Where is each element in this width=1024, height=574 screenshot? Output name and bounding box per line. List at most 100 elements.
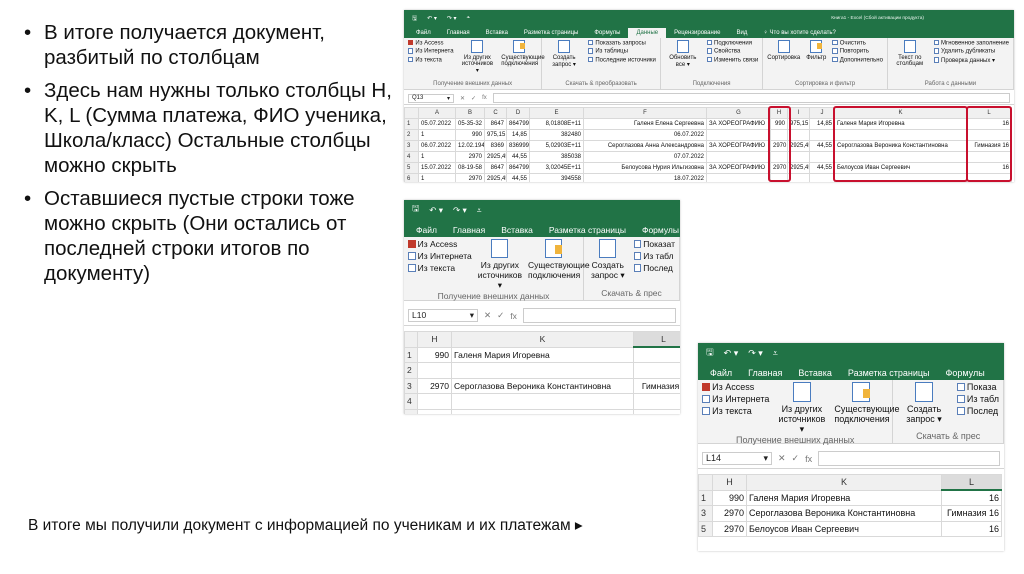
row-header[interactable]: 4 xyxy=(404,151,419,163)
cell[interactable] xyxy=(451,362,634,379)
cell[interactable] xyxy=(633,362,680,379)
cell[interactable]: 990 xyxy=(417,346,452,363)
cell[interactable]: 44,55 xyxy=(506,151,530,163)
cell[interactable]: 8647999V xyxy=(506,162,530,174)
cell[interactable]: 3,02045E+11 xyxy=(529,162,584,174)
cell[interactable]: Галеня Мария Игоревна xyxy=(746,489,942,506)
save-icon[interactable]: 🖫 xyxy=(412,203,419,217)
ribbon-button[interactable]: Из табл xyxy=(633,251,675,261)
ribbon-button[interactable]: Из текста xyxy=(408,56,454,63)
ribbon-large-button[interactable]: Существующие подключения xyxy=(834,382,900,424)
cancel-icon[interactable]: ✕ xyxy=(460,95,465,102)
tab-2[interactable]: Вставка xyxy=(790,366,839,380)
cell[interactable]: 2970 xyxy=(712,520,747,537)
cell[interactable]: 14,85 xyxy=(506,129,530,141)
ribbon-large-button[interactable]: Существующие подключения xyxy=(528,239,590,280)
column-header[interactable]: H xyxy=(712,474,747,491)
cell[interactable]: 08-19-58 xyxy=(455,162,485,174)
cell[interactable]: 394558 xyxy=(529,173,584,182)
ribbon-large-button[interactable]: Из других источников ▾ xyxy=(460,40,496,74)
ribbon-button[interactable]: Из Интернета xyxy=(408,251,472,261)
row-header[interactable]: 1 xyxy=(404,118,419,130)
cell[interactable]: 06.07.2022 xyxy=(583,129,707,141)
ribbon-button[interactable]: Последние источники xyxy=(587,56,656,63)
ribbon-button[interactable]: Дополнительно xyxy=(832,56,883,63)
row-header[interactable]: 1 xyxy=(698,489,713,506)
cell[interactable]: ЗА ХОРЕОГРАФИЮ xyxy=(706,140,771,152)
function-icon[interactable]: fx xyxy=(482,95,487,101)
column-header[interactable]: C xyxy=(484,107,507,119)
row-header[interactable]: 5 xyxy=(404,162,419,174)
cell[interactable]: ЗА ХОРЕОГРАФИЮ xyxy=(706,162,771,174)
tab-2[interactable]: Вставка xyxy=(478,28,516,38)
ribbon-button[interactable]: Подключения xyxy=(706,40,759,46)
tab-4[interactable]: Формулы xyxy=(634,223,680,237)
ribbon-large-button[interactable]: Создать запрос ▾ xyxy=(546,40,582,68)
cell[interactable]: 2925,45 xyxy=(484,151,507,163)
cell[interactable]: 8369999V xyxy=(506,140,530,152)
column-header[interactable]: F xyxy=(583,107,707,119)
cell[interactable]: 2970 xyxy=(455,173,485,182)
tab-4[interactable]: Формулы xyxy=(586,28,628,38)
ribbon-button[interactable]: Из Интернета xyxy=(408,48,454,55)
cancel-icon[interactable]: ✕ xyxy=(484,310,491,321)
select-all-corner[interactable] xyxy=(698,474,713,491)
ribbon-button[interactable]: Повторить xyxy=(832,48,883,55)
save-icon[interactable]: 🖫 xyxy=(412,14,417,24)
ribbon-large-button[interactable]: Создать запрос ▾ xyxy=(588,239,628,281)
cell[interactable]: Белоусов Иван Сергеевич xyxy=(451,408,634,414)
column-header[interactable]: L xyxy=(633,331,680,348)
row-header[interactable]: 3 xyxy=(698,505,713,522)
cell[interactable]: Гимназия 16 xyxy=(941,505,1002,522)
ribbon-large-button[interactable]: Обновить все ▾ xyxy=(665,40,701,68)
column-header[interactable]: A xyxy=(418,107,456,119)
cell[interactable]: Сероглазова Вероника Константиновна xyxy=(746,505,942,522)
tab-6[interactable]: Рецензирование xyxy=(666,28,728,38)
cell[interactable]: 2970 xyxy=(712,505,747,522)
undo-icon[interactable]: ↶ ▾ xyxy=(427,15,437,22)
cell[interactable]: 8647 xyxy=(484,162,507,174)
ribbon-button[interactable]: Проверка данных ▾ xyxy=(933,57,1009,64)
tab-1[interactable]: Главная xyxy=(740,366,790,380)
row-header[interactable]: 2 xyxy=(404,362,418,379)
cell[interactable]: Гимназия 16 xyxy=(633,377,680,394)
tab-3[interactable]: Разметка страницы xyxy=(516,28,586,38)
ribbon-large-button[interactable]: Из других источников ▾ xyxy=(775,382,828,435)
cell[interactable] xyxy=(451,393,634,410)
ribbon-button[interactable]: Из текста xyxy=(408,263,472,273)
cell[interactable]: Галеня Елена Сергеевна xyxy=(583,118,707,130)
ribbon-large-button[interactable]: Текст по столбцам xyxy=(892,40,928,67)
function-icon[interactable]: fx xyxy=(510,311,517,321)
column-header[interactable]: H xyxy=(417,331,452,348)
name-box[interactable]: L10 ▾ xyxy=(408,309,478,322)
ribbon-button[interactable]: Показать запросы xyxy=(587,40,656,46)
cell[interactable]: 05-35-32 xyxy=(455,118,485,130)
row-header[interactable]: 3 xyxy=(404,377,418,394)
tab-1[interactable]: Главная xyxy=(439,28,478,38)
tab-4[interactable]: Формулы xyxy=(938,366,993,380)
cell[interactable] xyxy=(417,393,452,410)
row-header[interactable]: 2 xyxy=(404,129,419,141)
customize-toolbar-icon[interactable]: ⩡ xyxy=(467,15,470,22)
row-header[interactable]: 5 xyxy=(404,408,418,414)
cell[interactable]: 990 xyxy=(712,489,747,506)
cell[interactable]: 12.02.1942 xyxy=(455,140,485,152)
cell[interactable]: 8647 xyxy=(484,118,507,130)
row-header[interactable]: 1 xyxy=(404,346,418,363)
tab-8[interactable]: ♀ Что вы хотите сделать? xyxy=(755,28,844,38)
ribbon-button[interactable]: Из Access xyxy=(408,40,454,46)
row-header[interactable]: 4 xyxy=(404,393,418,410)
column-header[interactable]: K xyxy=(451,331,634,348)
tab-0[interactable]: Файл xyxy=(408,28,439,38)
cell[interactable] xyxy=(706,129,771,141)
cell[interactable] xyxy=(417,362,452,379)
cell[interactable] xyxy=(633,393,680,410)
tab-0[interactable]: Файл xyxy=(408,223,445,237)
ribbon-large-button[interactable]: Создать запрос ▾ xyxy=(897,382,950,425)
function-icon[interactable]: fx xyxy=(805,454,812,464)
cell[interactable]: 8369 xyxy=(484,140,507,152)
cell[interactable]: 06.07.2022 xyxy=(418,140,456,152)
ribbon-button[interactable]: Очистить xyxy=(832,40,883,46)
cell[interactable] xyxy=(706,151,771,163)
formula-input[interactable] xyxy=(522,307,676,324)
